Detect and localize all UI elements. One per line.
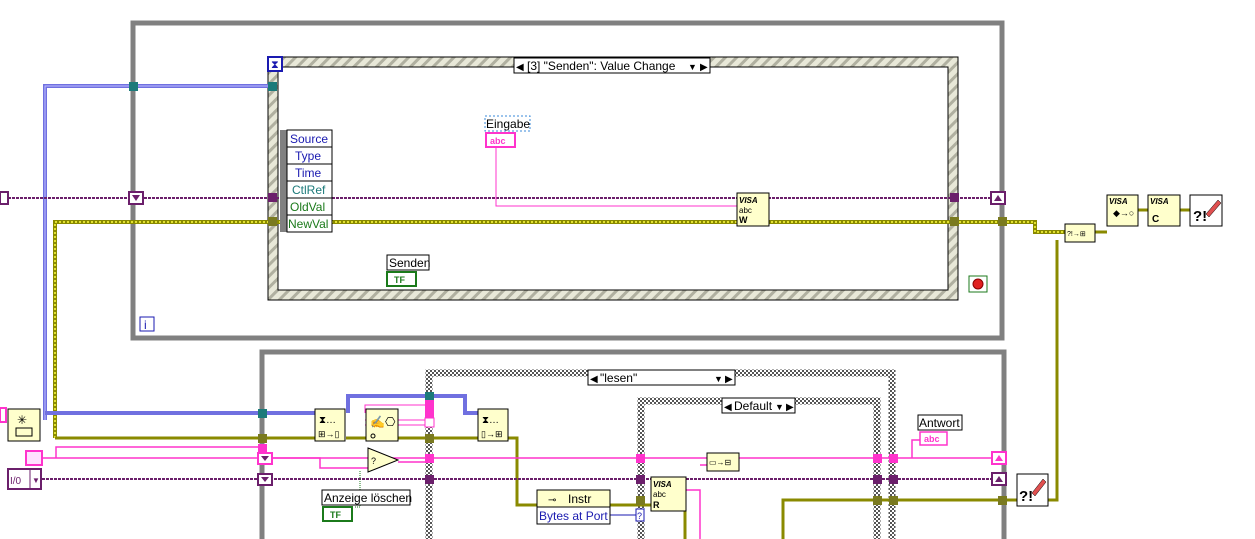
event-field-source: Source (290, 132, 328, 146)
error-handler-node-bottom[interactable]: ?! (1016, 473, 1049, 507)
svg-text:TF: TF (394, 275, 405, 285)
svg-text:⊞→▯: ⊞→▯ (318, 429, 340, 439)
svg-text:⧗…: ⧗… (482, 415, 499, 426)
svg-text:abc: abc (739, 206, 752, 215)
concatenate-strings-node[interactable]: ▭→⊟ (706, 452, 740, 472)
svg-text:R: R (653, 500, 660, 510)
case-label-lesen: "lesen" (600, 371, 637, 385)
event-field-ctlref: CtlRef (292, 183, 326, 197)
event-structure[interactable] (268, 57, 958, 300)
svg-text:◀: ◀ (590, 374, 598, 385)
svg-text:VISA: VISA (739, 196, 758, 205)
svg-text:▶: ▶ (725, 374, 733, 385)
dropdown-arrow-icon[interactable]: ▼ (714, 374, 723, 384)
svg-text:⧗…: ⧗… (319, 415, 336, 426)
svg-text:W: W (739, 215, 748, 225)
visa-clear-node[interactable]: VISA C (1147, 194, 1181, 227)
property-node-class: Instr (568, 492, 591, 506)
event-field-oldval: OldVal (290, 200, 325, 214)
iteration-terminal (139, 316, 155, 332)
svg-text:⧗: ⧗ (271, 59, 279, 71)
error-handler-node-top[interactable]: ?! (1189, 194, 1223, 227)
dropdown-arrow-icon[interactable]: ▼ (775, 402, 784, 412)
svg-text:?: ? (371, 456, 376, 466)
increment-arrow[interactable]: ▶ (700, 62, 708, 73)
iteration-label: i (144, 318, 147, 332)
svg-text:?!→⊞: ?!→⊞ (1067, 231, 1086, 238)
enqueue-element-node[interactable]: ⧗… ▯→⊞ (477, 408, 509, 442)
queue-wire (43, 84, 268, 420)
svg-text:abc: abc (653, 490, 666, 499)
event-field-type: Type (295, 149, 321, 163)
visa-read-node[interactable]: VISA abc R (650, 476, 687, 512)
select-node[interactable]: ? (367, 447, 400, 473)
stop-button-terminal[interactable] (968, 275, 988, 293)
case-label-default: Default (734, 399, 773, 413)
svg-text:▯→⊞: ▯→⊞ (481, 429, 503, 439)
visa-close-node[interactable]: VISA ◆→○ (1106, 194, 1139, 227)
svg-text:◀: ◀ (724, 402, 732, 413)
case-selector-default[interactable]: ◀ Default ▼ ▶ (721, 397, 796, 414)
svg-text:VISA: VISA (1150, 197, 1169, 206)
svg-text:abc: abc (490, 136, 506, 146)
svg-text:?!: ?! (1019, 488, 1033, 505)
svg-text:▭→⊟: ▭→⊟ (709, 458, 731, 467)
dequeue-element-node[interactable]: ⧗… ⊞→▯ (314, 408, 346, 442)
svg-text:?: ? (637, 511, 642, 521)
svg-text:TF: TF (330, 510, 341, 520)
case-selector-lesen[interactable]: ◀ "lesen" ▼ ▶ (587, 369, 736, 386)
decrement-arrow[interactable]: ◀ (516, 62, 524, 73)
svg-text:▶: ▶ (786, 402, 794, 413)
event-data-node[interactable]: Source Type Time CtlRef OldVal NewVal (280, 129, 333, 233)
svg-text:abc: abc (924, 434, 940, 444)
obtain-queue-node[interactable]: ✳ (7, 408, 41, 442)
eingabe-label[interactable]: Eingabe (486, 117, 530, 131)
enum-constant-io[interactable]: I/0 ▼ (7, 468, 42, 490)
block-diagram: i ⧗ ◀ [3] "Senden": Value Change ▼ ▶ Sou… (0, 20, 1223, 539)
senden-label: Senden (389, 256, 430, 270)
svg-text:⊸: ⊸ (548, 495, 556, 506)
svg-text:✳: ✳ (17, 413, 27, 427)
case-structure-default[interactable] (637, 397, 881, 539)
svg-text:◆→○: ◆→○ (1113, 208, 1134, 218)
event-case-selector[interactable]: ◀ [3] "Senden": Value Change ▼ ▶ (513, 57, 711, 74)
antwort-label: Antwort (919, 416, 960, 430)
string-constant[interactable] (25, 450, 43, 466)
visa-write-node[interactable]: VISA abc W (736, 192, 770, 227)
svg-text:?!: ?! (1193, 208, 1207, 225)
property-bytes-at-port[interactable]: Bytes at Port (539, 509, 608, 523)
svg-text:VISA: VISA (653, 480, 672, 489)
event-field-newval: NewVal (288, 217, 328, 231)
anzeige-loeschen-label: Anzeige löschen (324, 491, 412, 505)
dropdown-arrow-icon[interactable]: ▼ (688, 62, 697, 72)
dropdown-arrow-icon[interactable]: ▼ (32, 476, 40, 485)
event-field-time: Time (295, 166, 322, 180)
string-operation-node[interactable]: ✍⎔ (365, 408, 399, 442)
instr-property-node[interactable]: ⊸ Instr Bytes at Port (536, 489, 611, 525)
error-wire (53, 220, 1065, 438)
svg-text:I/0: I/0 (10, 476, 22, 487)
svg-text:VISA: VISA (1109, 197, 1128, 206)
svg-text:C: C (1152, 214, 1159, 225)
event-case-label: [3] "Senden": Value Change (527, 59, 676, 73)
svg-text:✍⎔: ✍⎔ (370, 415, 396, 429)
